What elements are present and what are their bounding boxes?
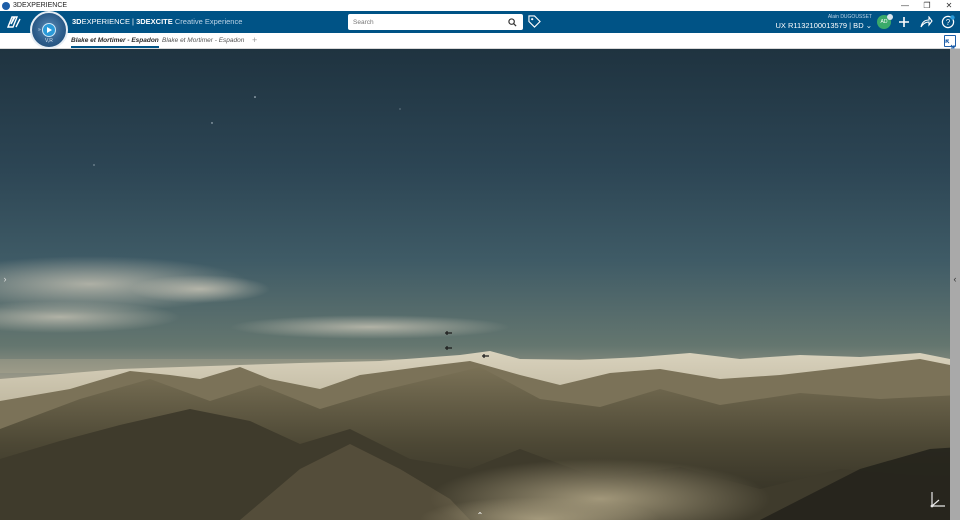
bottom-panel-handle[interactable]: ⌃: [474, 512, 486, 520]
user-context[interactable]: Alain DUGOUSSET UX R1132100013579 | BD ⌄: [775, 11, 872, 33]
help-icon[interactable]: ?: [939, 13, 957, 31]
close-window-button[interactable]: ✕: [938, 0, 960, 11]
minimize-button[interactable]: —: [894, 0, 916, 11]
user-name: Alain DUGOUSSET: [827, 14, 872, 20]
axis-triad-icon[interactable]: [928, 488, 948, 510]
restore-button[interactable]: ❐: [916, 0, 938, 11]
avatar[interactable]: AD: [877, 14, 893, 29]
mountain-scene: [0, 96, 960, 520]
app-brand: 3DEXPERIENCE | 3DEXCITE Creative Experie…: [72, 17, 243, 26]
add-tab-button[interactable]: +: [252, 33, 257, 48]
collaborative-space: UX R1132100013579 | BD: [775, 21, 866, 30]
svg-text:?: ?: [946, 18, 951, 27]
right-panel-handle[interactable]: ‹: [951, 272, 959, 286]
share-icon[interactable]: [917, 13, 935, 31]
search-box: [348, 14, 523, 30]
add-icon[interactable]: [895, 13, 913, 31]
ds-logo-icon[interactable]: [0, 11, 28, 33]
chevron-down-icon: ⌄: [865, 21, 872, 30]
compass-label: V,R: [45, 38, 53, 44]
window-controls: — ❐ ✕: [894, 0, 960, 11]
aircraft-2-icon: [445, 346, 452, 350]
app-subtitle: Creative Experience: [174, 17, 243, 26]
status-dot-icon: [887, 14, 893, 20]
tab-blake-mortimer-1[interactable]: Blake et Mortimer - Espadon: [71, 33, 159, 48]
left-panel-handle[interactable]: ›: [1, 272, 9, 286]
fullscreen-icon[interactable]: [944, 35, 956, 49]
search-input[interactable]: [348, 15, 503, 29]
app-icon: [2, 1, 10, 10]
tab-bar: Blake et Mortimer - Espadon Blake et Mor…: [0, 33, 960, 49]
os-window-title: 3DEXPERIENCE: [13, 2, 68, 9]
play-icon: [42, 23, 56, 37]
topbar-actions: AD ?: [877, 11, 960, 33]
tab-blake-mortimer-2[interactable]: Blake et Mortimer - Espadon: [162, 33, 250, 48]
right-panel-rail[interactable]: ‹: [950, 49, 960, 520]
os-title-bar: 3DEXPERIENCE — ❐ ✕: [0, 0, 960, 11]
3d-viewport[interactable]: › ⌃: [0, 49, 960, 520]
tag-icon[interactable]: [528, 15, 542, 29]
search-icon[interactable]: [503, 15, 521, 29]
compass-button[interactable]: » V,R: [30, 11, 68, 49]
